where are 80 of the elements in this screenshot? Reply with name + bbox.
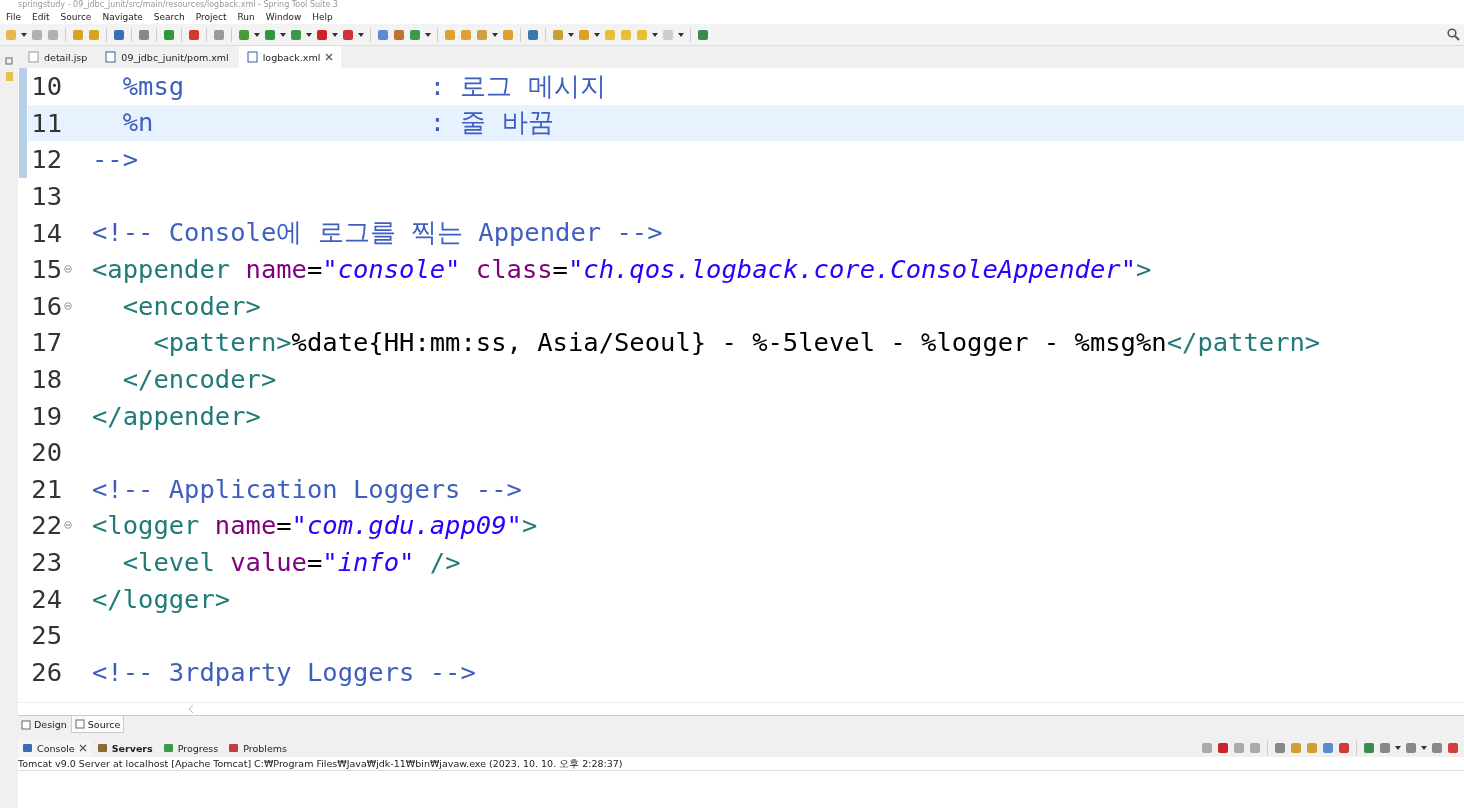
- caret-icon[interactable]: [280, 32, 286, 37]
- code-line: <encoder>: [121, 290, 261, 321]
- file-icon: [246, 51, 258, 63]
- code-line: <pattern>%date{HH:mm:ss, Asia/Seoul} - %-5level - %logger - %msg%n</pattern>: [152, 327, 1321, 358]
- line-number: 13: [30, 181, 62, 212]
- line-number: 17: [30, 327, 62, 358]
- view-tab[interactable]: Source: [70, 716, 125, 733]
- line-number: 25: [30, 620, 62, 651]
- menu-item[interactable]: Search: [153, 10, 185, 24]
- close-icon[interactable]: [325, 53, 334, 61]
- view-tab[interactable]: Progress: [158, 739, 223, 757]
- view-tab[interactable]: Problems: [224, 739, 291, 757]
- fold-icon[interactable]: [64, 265, 72, 274]
- search-icon[interactable]: [1447, 28, 1460, 41]
- restore-icon[interactable]: [4, 56, 14, 65]
- page-icon: [74, 719, 85, 729]
- line-number: 18: [30, 364, 62, 395]
- caret-icon[interactable]: [568, 32, 574, 37]
- file-icon: [28, 51, 39, 63]
- line-number: 10: [30, 71, 62, 102]
- caret-icon[interactable]: [678, 32, 684, 37]
- code-line: %n : 줄 바꿈: [121, 106, 554, 140]
- caret-icon[interactable]: [21, 32, 27, 37]
- menu-item[interactable]: Window: [265, 10, 302, 24]
- line-number: 15: [30, 254, 62, 285]
- code-line: <logger name="com.gdu.app09">: [92, 510, 538, 541]
- code-line: <!-- Application Loggers -->: [92, 473, 522, 504]
- line-number: 12: [30, 144, 62, 175]
- caret-icon[interactable]: [1395, 746, 1401, 750]
- code-line: %msg : 로그 메시지: [121, 69, 606, 103]
- window-title: springstudy - 09_jdbc_junit/src/main/resources/logback.xml - Spring Tool Suite 3: [0, 0, 1464, 10]
- caret-icon[interactable]: [492, 32, 498, 37]
- caret-icon[interactable]: [425, 32, 431, 37]
- line-number: 16: [30, 290, 62, 321]
- console-description: Tomcat v9.0 Server at localhost [Apache Tomcat] C:₩Program Files₩Java₩jdk-11₩bin₩javaw.exe (2023. 10. 10. 오후 2:28:37): [18, 757, 1464, 771]
- line-number: 14: [30, 217, 62, 248]
- caret-icon[interactable]: [652, 32, 658, 37]
- caret-icon[interactable]: [254, 32, 260, 37]
- menu-item[interactable]: Help: [312, 10, 333, 24]
- code-line: -->: [92, 144, 139, 175]
- line-number: 11: [30, 107, 62, 138]
- caret-icon[interactable]: [306, 32, 312, 37]
- line-number: 26: [30, 656, 62, 687]
- menu-item[interactable]: Source: [60, 10, 92, 24]
- line-number: 22: [30, 510, 62, 541]
- scroll-left-icon[interactable]: [188, 705, 194, 713]
- stop-icon[interactable]: [315, 27, 329, 42]
- code-line: <level value="info" />: [121, 547, 461, 577]
- close-icon[interactable]: [78, 744, 87, 752]
- editor-tab[interactable]: logback.xml: [238, 46, 342, 68]
- menu-item[interactable]: File: [6, 10, 22, 24]
- line-number: 23: [30, 547, 62, 577]
- editor-tab[interactable]: detail.jsp: [20, 46, 96, 68]
- menu-item[interactable]: Project: [195, 10, 227, 24]
- code-line: </logger>: [92, 583, 231, 614]
- code-line: <!-- Console에 로그를 찍는 Appender -->: [92, 216, 663, 250]
- page-icon: [21, 719, 31, 730]
- menu-item[interactable]: Edit: [32, 10, 50, 24]
- line-number: 24: [30, 583, 62, 614]
- editor-tab[interactable]: 09_jdbc_junit/pom.xml: [97, 46, 237, 68]
- menu-item[interactable]: Run: [237, 10, 255, 24]
- line-number: 20: [30, 437, 62, 468]
- line-number: 19: [30, 400, 62, 431]
- caret-icon[interactable]: [594, 32, 600, 37]
- view-tab[interactable]: Servers: [92, 739, 157, 757]
- caret-icon[interactable]: [1421, 746, 1427, 750]
- caret-icon[interactable]: [332, 32, 338, 37]
- stop-icon[interactable]: [1216, 741, 1230, 755]
- code-line: </appender>: [92, 400, 261, 431]
- code-line: <!-- 3rdparty Loggers -->: [92, 656, 476, 687]
- code-line: <appender name="console" class="ch.qos.logback.core.ConsoleAppender">: [92, 254, 1152, 285]
- fold-icon[interactable]: [64, 301, 72, 310]
- file-icon: [105, 51, 117, 63]
- menu-item[interactable]: Navigate: [102, 10, 143, 24]
- caret-icon[interactable]: [358, 32, 364, 37]
- fold-icon[interactable]: [64, 521, 72, 530]
- view-tab[interactable]: Console: [18, 739, 91, 757]
- code-line: </encoder>: [121, 364, 277, 395]
- view-tab[interactable]: Design: [18, 716, 70, 733]
- line-number: 21: [30, 473, 62, 504]
